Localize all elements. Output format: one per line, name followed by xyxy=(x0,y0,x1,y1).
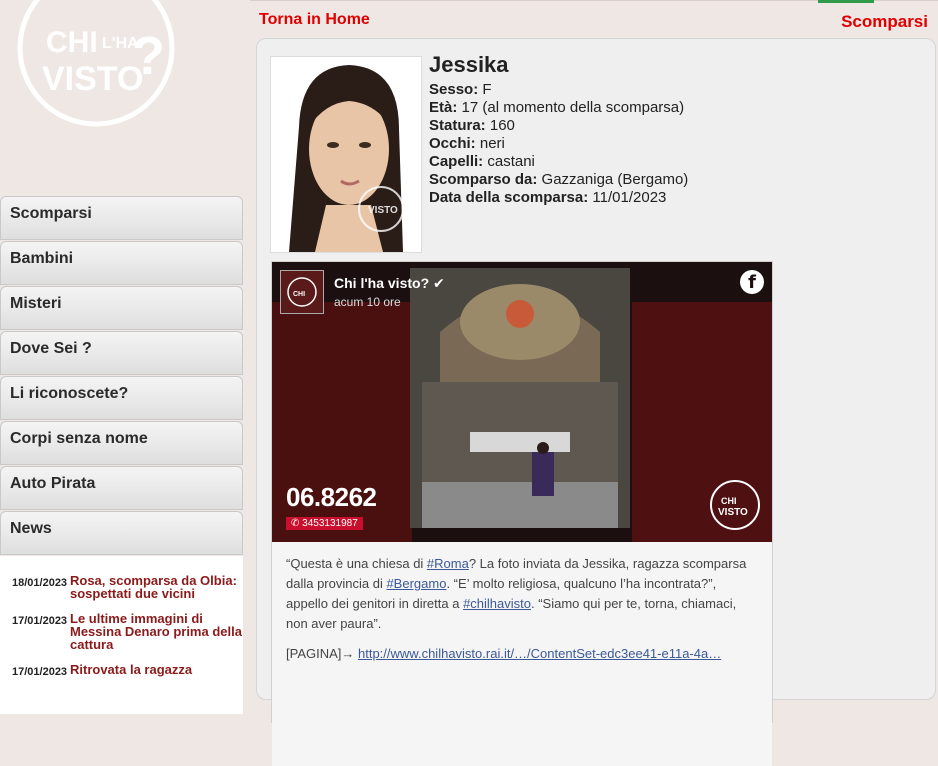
field-label: Statura: xyxy=(429,117,486,134)
svg-text:CHI: CHI xyxy=(46,26,98,59)
news-item[interactable]: 17/01/2023 Le ultime immagini di Messina… xyxy=(12,612,243,651)
link-prefix: [PAGINA]→ xyxy=(286,646,358,661)
news-title[interactable]: Le ultime immagini di Messina Denaro pri… xyxy=(70,612,242,651)
post-time[interactable]: acum 10 ore xyxy=(334,295,445,309)
active-tab-indicator xyxy=(818,0,874,3)
sidebar-item-scomparsi[interactable]: Scomparsi xyxy=(0,196,243,240)
phone-number: 06.8262 xyxy=(286,482,377,512)
page-name-text[interactable]: Chi l'ha visto? xyxy=(334,275,429,291)
section-title: Scomparsi xyxy=(841,12,928,31)
field-label: Capelli: xyxy=(429,153,484,170)
field-value: 11/01/2023 xyxy=(592,189,667,206)
field-capelli: Capelli: castani xyxy=(429,153,688,171)
svg-text:?: ? xyxy=(132,26,165,86)
svg-text:VISTO: VISTO xyxy=(718,507,748,518)
page-avatar-icon[interactable]: CHI xyxy=(280,270,324,314)
missing-person-photo: VISTO xyxy=(270,56,422,253)
news-title[interactable]: Rosa, scomparsa da Olbia: sospettati due… xyxy=(70,574,242,600)
news-list: 18/01/2023 Rosa, scomparsa da Olbia: sos… xyxy=(0,556,243,714)
field-value: castani xyxy=(487,153,535,170)
field-data-scomparsa: Data della scomparsa: 11/01/2023 xyxy=(429,189,688,207)
field-value: 17 (al momento della scomparsa) xyxy=(461,99,685,116)
news-date: 18/01/2023 xyxy=(12,577,68,589)
facebook-icon[interactable]: f xyxy=(740,270,764,294)
svg-text:VISTO: VISTO xyxy=(368,205,398,216)
news-item[interactable]: 17/01/2023 Ritrovata la ragazza xyxy=(12,663,243,678)
person-name: Jessika xyxy=(429,52,509,77)
whatsapp-number: ✆ 3453131987 xyxy=(286,517,363,530)
watermark-logo-icon: CHI VISTO xyxy=(710,480,760,530)
whatsapp-icon: ✆ xyxy=(291,518,300,529)
svg-text:CHI: CHI xyxy=(721,496,737,506)
field-value: F xyxy=(482,81,492,98)
post-text: “Questa è una chiesa di #Roma? La foto i… xyxy=(272,542,772,766)
phone-box: 06.8262 ✆ 3453131987 xyxy=(286,482,377,531)
news-title[interactable]: Ritrovata la ragazza xyxy=(70,663,242,678)
sidebar-item-news[interactable]: News xyxy=(0,511,243,555)
post-link[interactable]: http://www.chilhavisto.rai.it/…/ContentS… xyxy=(358,646,721,661)
field-scomparso-da: Scomparso da: Gazzaniga (Bergamo) xyxy=(429,171,688,189)
field-value: neri xyxy=(479,135,505,152)
sidebar-item-li-riconoscete[interactable]: Li riconoscete? xyxy=(0,376,243,420)
field-statura: Statura: 160 xyxy=(429,117,688,135)
main-panel: VISTO Jessika Sesso: F Età: 17 (al momen… xyxy=(256,38,936,766)
post-text-part: “Questa è una chiesa di xyxy=(286,556,427,571)
field-label: Sesso: xyxy=(429,81,479,98)
sidebar-item-corpi-senza-nome[interactable]: Corpi senza nome xyxy=(0,421,243,465)
post-image[interactable]: CHI Chi l'ha visto? ✔ acum 10 ore f 06.8… xyxy=(272,262,772,542)
news-item[interactable]: 18/01/2023 Rosa, scomparsa da Olbia: sos… xyxy=(12,574,243,600)
field-occhi: Occhi: neri xyxy=(429,135,688,153)
sidebar-item-auto-pirata[interactable]: Auto Pirata xyxy=(0,466,243,510)
field-value: 160 xyxy=(489,117,515,134)
whatsapp-number-text: 3453131987 xyxy=(302,518,358,529)
sidebar-menu: Scomparsi Bambini Misteri Dove Sei ? Li … xyxy=(0,196,243,714)
field-sesso: Sesso: F xyxy=(429,81,688,99)
field-label: Data della scomparsa: xyxy=(429,189,589,206)
news-date: 17/01/2023 xyxy=(12,666,68,678)
page-name[interactable]: Chi l'ha visto? ✔ xyxy=(334,275,445,292)
hashtag-chilhavisto[interactable]: #chilhavisto xyxy=(463,596,531,611)
post-header: CHI Chi l'ha visto? ✔ acum 10 ore xyxy=(280,270,445,314)
svg-text:CHI: CHI xyxy=(293,291,305,298)
person-info: Jessika Sesso: F Età: 17 (al momento del… xyxy=(429,53,688,207)
field-label: Scomparso da: xyxy=(429,171,538,188)
field-label: Età: xyxy=(429,99,458,116)
svg-text:VISTO: VISTO xyxy=(42,60,143,98)
hashtag-bergamo[interactable]: #Bergamo xyxy=(386,576,446,591)
hashtag-roma[interactable]: #Roma xyxy=(427,556,469,571)
field-label: Occhi: xyxy=(429,135,476,152)
verified-badge-icon: ✔ xyxy=(433,275,445,291)
field-eta: Età: 17 (al momento della scomparsa) xyxy=(429,99,688,117)
sidebar-item-dove-sei[interactable]: Dove Sei ? xyxy=(0,331,243,375)
sidebar-item-bambini[interactable]: Bambini xyxy=(0,241,243,285)
home-link[interactable]: Torna in Home xyxy=(259,11,370,29)
sidebar-item-misteri[interactable]: Misteri xyxy=(0,286,243,330)
facebook-post-embed[interactable]: CHI Chi l'ha visto? ✔ acum 10 ore f 06.8… xyxy=(271,261,773,766)
field-value: Gazzaniga (Bergamo) xyxy=(541,171,689,188)
news-date: 17/01/2023 xyxy=(12,615,68,627)
chi-lha-visto-logo[interactable]: CHI L'HA VISTO ? xyxy=(14,0,178,130)
